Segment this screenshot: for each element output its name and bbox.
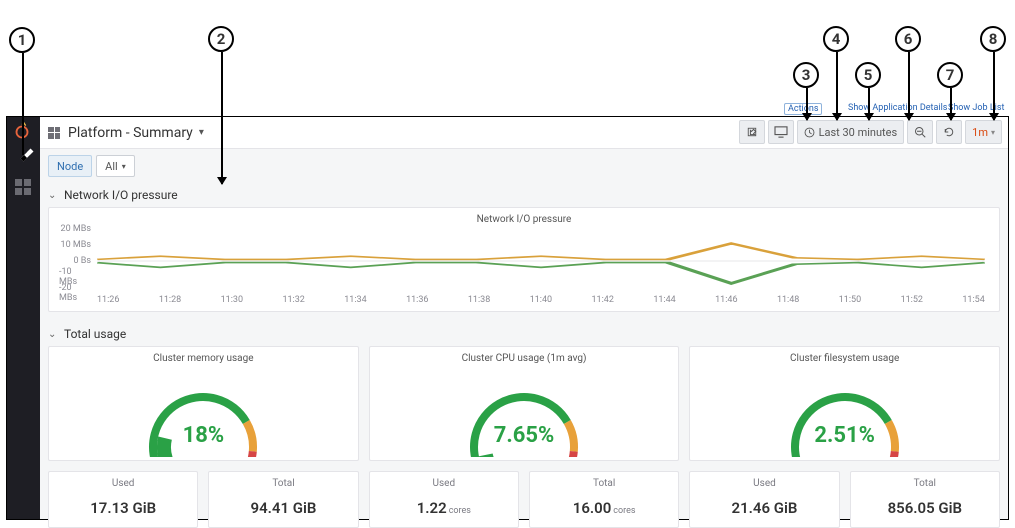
stat-label: Total	[209, 478, 357, 489]
chart-canvas: 20 MBs10 MBs0 Bs-10 MBs-20 MBs 11:2611:2…	[59, 229, 989, 307]
toolbar: Last 30 minutes 1m ▾	[739, 120, 1002, 144]
tip-app-details: Show Application Details	[848, 103, 947, 113]
filter-row: Node All ▾	[40, 149, 1008, 183]
panel-header-usage[interactable]: ⌄ Total usage	[48, 322, 1000, 346]
stat-label: Used	[690, 478, 838, 489]
stat-value: 94.41 GiB	[209, 499, 357, 517]
chevron-down-icon: ▾	[122, 162, 126, 171]
callout-7: 7	[937, 62, 963, 88]
panel-title-usage: Total usage	[64, 327, 126, 341]
stat-label: Used	[370, 478, 518, 489]
stat-fs-used: Used 21.46 GiB	[689, 471, 839, 528]
callout-4: 4	[823, 26, 849, 52]
gauge-title-cpu: Cluster CPU usage (1m avg)	[370, 353, 679, 364]
callout-arrow-5	[868, 88, 870, 120]
filter-all-label: All	[105, 160, 118, 173]
stat-value: 17.13 GiB	[49, 499, 197, 517]
zoom-out-button[interactable]	[907, 120, 933, 144]
page-title: Platform - Summary	[68, 125, 193, 141]
callout-arrow-8	[993, 52, 995, 120]
filter-all[interactable]: All ▾	[96, 155, 135, 177]
monitor-icon	[774, 126, 788, 138]
chart-xaxis: 11:2611:2811:3011:3211:3411:3611:3811:40…	[97, 295, 985, 307]
refresh-icon	[943, 126, 955, 138]
panel-title-network: Network I/O pressure	[64, 188, 178, 202]
callout-2: 2	[208, 26, 234, 52]
callout-1: 1	[9, 27, 35, 53]
cycle-view-button[interactable]	[768, 120, 794, 144]
gauge-title-memory: Cluster memory usage	[49, 353, 358, 364]
stat-memory-total: Total 94.41 GiB	[208, 471, 358, 528]
page-header: Platform - Summary ▾ Last 30 minutes	[40, 117, 1008, 149]
chart-yaxis: 20 MBs10 MBs0 Bs-10 MBs-20 MBs	[59, 229, 93, 293]
zoom-out-icon	[914, 126, 926, 138]
refresh-interval-label: 1m	[972, 126, 988, 139]
chevron-down-icon: ▾	[991, 128, 995, 137]
stat-value: 16.00cores	[530, 499, 678, 517]
callout-6: 6	[895, 26, 921, 52]
panel-header-network[interactable]: ⌄ Network I/O pressure	[48, 183, 1000, 207]
chart-title: Network I/O pressure	[59, 214, 989, 225]
stat-value: 1.22cores	[370, 499, 518, 517]
stat-label: Used	[49, 478, 197, 489]
stat-value: 856.05 GiB	[851, 499, 999, 517]
chart-plot	[97, 229, 985, 293]
refresh-interval-button[interactable]: 1m ▾	[965, 120, 1002, 144]
gauge-value-fs: 2.51%	[814, 423, 875, 448]
gauges-row: Cluster memory usage 18% Cluster CPU usa…	[48, 346, 1000, 461]
clock-icon	[804, 127, 815, 138]
callout-8: 8	[980, 26, 1006, 52]
stat-cpu-total: Total 16.00cores	[529, 471, 679, 528]
refresh-button[interactable]	[936, 120, 962, 144]
tip-job-list: Show Job List	[948, 103, 1004, 113]
callout-arrow-6	[908, 52, 910, 120]
callout-5: 5	[855, 62, 881, 88]
time-range-label: Last 30 minutes	[819, 126, 898, 139]
network-chart-card: Network I/O pressure 20 MBs10 MBs0 Bs-10…	[48, 207, 1000, 312]
chevron-down-icon: ⌄	[48, 329, 58, 340]
dashboards-icon[interactable]	[15, 179, 31, 195]
callout-arrow-1	[22, 53, 24, 155]
gauge-fs: Cluster filesystem usage 2.51%	[689, 346, 1000, 461]
chevron-down-icon: ⌄	[48, 190, 58, 201]
panel-total-usage: ⌄ Total usage Cluster memory usage 18% C…	[48, 322, 1000, 528]
sidebar	[7, 117, 40, 519]
gauge-value-memory: 18%	[183, 423, 225, 448]
stat-value: 21.46 GiB	[690, 499, 838, 517]
time-range-button[interactable]: Last 30 minutes	[797, 120, 905, 144]
stat-cpu-used: Used 1.22cores	[369, 471, 519, 528]
gauge-value-cpu: 7.65%	[494, 423, 555, 448]
callout-arrow-2	[221, 52, 223, 184]
share-button[interactable]	[739, 120, 765, 144]
dashboard-icon	[48, 127, 60, 139]
stat-memory-used: Used 17.13 GiB	[48, 471, 198, 528]
callout-arrow-4	[836, 52, 838, 120]
main-content: Platform - Summary ▾ Last 30 minutes	[40, 117, 1008, 519]
filter-node[interactable]: Node	[48, 155, 92, 177]
chevron-down-icon[interactable]: ▾	[199, 127, 204, 138]
screenshot-frame: Platform - Summary ▾ Last 30 minutes	[6, 116, 1009, 520]
stat-fs-total: Total 856.05 GiB	[850, 471, 1000, 528]
gauge-title-fs: Cluster filesystem usage	[690, 353, 999, 364]
gauge-memory: Cluster memory usage 18%	[48, 346, 359, 461]
callout-arrow-3	[806, 88, 808, 120]
callout-3: 3	[793, 62, 819, 88]
gauge-cpu: Cluster CPU usage (1m avg) 7.65%	[369, 346, 680, 461]
panel-network-io: ⌄ Network I/O pressure Network I/O press…	[48, 183, 1000, 312]
share-icon	[746, 126, 758, 138]
stat-label: Total	[851, 478, 999, 489]
stat-label: Total	[530, 478, 678, 489]
stats-row: Used 17.13 GiB Total 94.41 GiB Used 1.22…	[48, 471, 1000, 528]
callout-arrow-7	[950, 88, 952, 120]
